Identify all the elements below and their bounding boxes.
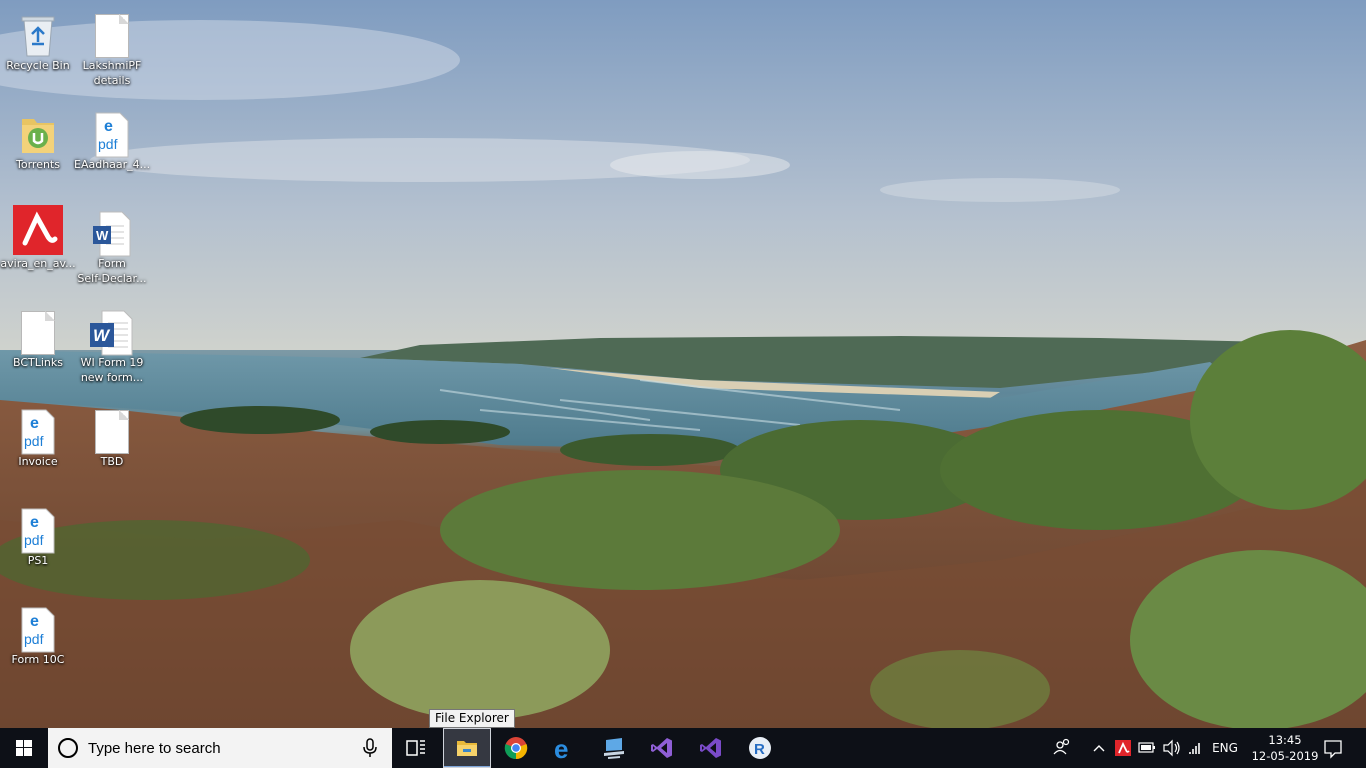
desktop-icon-label: BCTLinks (12, 356, 63, 369)
language-indicator[interactable]: ENG (1208, 728, 1242, 768)
taskbar: Type here to search e R ENG 13:45 12-05-… (0, 728, 1366, 768)
svg-text:e: e (554, 736, 568, 760)
edge-pdf-icon: e pdf (21, 409, 55, 455)
desktop-icon-label: Form 10C (11, 653, 65, 666)
desktop-icon-form-self-declaration[interactable]: W Form Self-Declar... (74, 204, 150, 300)
desktop-icon-label: WI Form 19 new form... (80, 356, 144, 384)
desktop-icon-lakshmipf-details[interactable]: LakshmiPF details (74, 6, 150, 102)
desktop-wallpaper (0, 0, 1366, 728)
desktop-icon-label: Recycle Bin (6, 59, 70, 72)
desktop-icon-eaadhaar[interactable]: e pdf EAadhaar_4... (74, 105, 150, 201)
speaker-icon (1163, 739, 1180, 757)
chevron-up-icon (1093, 745, 1105, 752)
file-explorer-tooltip: File Explorer (429, 709, 515, 728)
taskbar-app-remote-desktop[interactable] (590, 728, 638, 768)
desktop-icon-recycle-bin[interactable]: Recycle Bin (0, 6, 76, 102)
cortana-icon (58, 738, 78, 758)
text-file-icon (92, 12, 132, 60)
svg-text:W: W (96, 228, 109, 243)
edge-pdf-icon: e pdf (21, 607, 55, 653)
svg-text:e: e (30, 514, 39, 531)
action-center-button[interactable] (1318, 728, 1348, 768)
notification-icon (1324, 740, 1342, 759)
people-button[interactable] (1050, 728, 1076, 768)
folder-icon (457, 741, 477, 756)
chrome-icon (504, 737, 528, 760)
text-file-icon (18, 309, 58, 357)
desktop-icon-label: Torrents (16, 158, 60, 171)
svg-text:e: e (30, 613, 39, 630)
word-doc-icon: W (93, 211, 131, 257)
taskbar-app-r[interactable]: R (736, 728, 784, 768)
svg-text:R: R (754, 741, 765, 758)
microphone-icon[interactable] (362, 738, 378, 758)
taskbar-app-visual-studio[interactable] (638, 728, 686, 768)
desktop-icon-label: EAadhaar_4... (74, 158, 151, 171)
svg-text:pdf: pdf (24, 631, 44, 647)
desktop-icon-label: LakshmiPF details (82, 59, 142, 87)
people-icon (1053, 738, 1070, 755)
battery-button[interactable] (1136, 728, 1158, 768)
visual-studio-icon (651, 738, 672, 758)
edge-pdf-icon: e pdf (95, 112, 129, 158)
desktop-icon-label: Form Self-Declar... (77, 257, 147, 285)
show-hidden-icons-button[interactable] (1088, 728, 1110, 768)
r-icon: R (749, 737, 771, 759)
svg-text:e: e (30, 415, 39, 432)
svg-text:pdf: pdf (98, 136, 118, 152)
task-view-icon (406, 740, 425, 756)
desktop-icon-wi-form-19[interactable]: W WI Form 19 new form... (74, 303, 150, 399)
computer-icon (604, 738, 624, 759)
svg-text:pdf: pdf (24, 433, 44, 449)
clock[interactable]: 13:45 12-05-2019 (1250, 728, 1320, 768)
visual-studio-icon (700, 738, 721, 758)
svg-text:e: e (104, 118, 113, 135)
clock-date: 12-05-2019 (1251, 749, 1319, 763)
text-file-icon (92, 408, 132, 456)
desktop-icon-torrents[interactable]: Torrents (0, 105, 76, 201)
desktop-icon-invoice[interactable]: e pdf Invoice (0, 402, 76, 498)
battery-icon (1138, 742, 1155, 753)
avira-tray-button[interactable] (1112, 728, 1134, 768)
windows-logo-icon (16, 740, 32, 756)
start-button[interactable] (0, 728, 48, 768)
desktop-icon-tbd[interactable]: TBD (74, 402, 150, 498)
recycle-bin-icon (21, 16, 55, 57)
desktop-icon-label: avira_en_av... (0, 257, 76, 270)
svg-text:W: W (93, 326, 111, 345)
desktop-icon-label: TBD (100, 455, 124, 468)
edge-icon: e (554, 736, 568, 760)
volume-button[interactable] (1160, 728, 1184, 768)
search-placeholder: Type here to search (88, 740, 221, 757)
desktop-icon-form-10c[interactable]: e pdf Form 10C (0, 600, 76, 696)
word-doc-icon: W (90, 310, 133, 356)
taskbar-app-chrome[interactable] (492, 728, 540, 768)
taskbar-search-box[interactable]: Type here to search (48, 728, 392, 768)
desktop-icon-bctlinks[interactable]: BCTLinks (0, 303, 76, 399)
wifi-icon (1189, 743, 1200, 754)
desktop-icon-label: Invoice (18, 455, 58, 468)
desktop-icon-avira[interactable]: avira_en_av... (0, 204, 76, 300)
edge-pdf-icon: e pdf (21, 508, 55, 554)
taskbar-app-visual-studio-alt[interactable] (687, 728, 735, 768)
svg-text:pdf: pdf (24, 532, 44, 548)
clock-time: 13:45 (1268, 733, 1302, 747)
desktop-icon-ps1[interactable]: e pdf PS1 (0, 501, 76, 597)
desktop-icon-label: PS1 (27, 554, 49, 567)
avira-icon (1115, 740, 1131, 756)
task-view-button[interactable] (392, 728, 440, 768)
taskbar-app-file-explorer[interactable] (443, 728, 491, 768)
avira-icon (13, 205, 63, 255)
folder-icon (22, 119, 54, 153)
taskbar-app-edge[interactable]: e (541, 728, 589, 768)
network-button[interactable] (1186, 728, 1208, 768)
